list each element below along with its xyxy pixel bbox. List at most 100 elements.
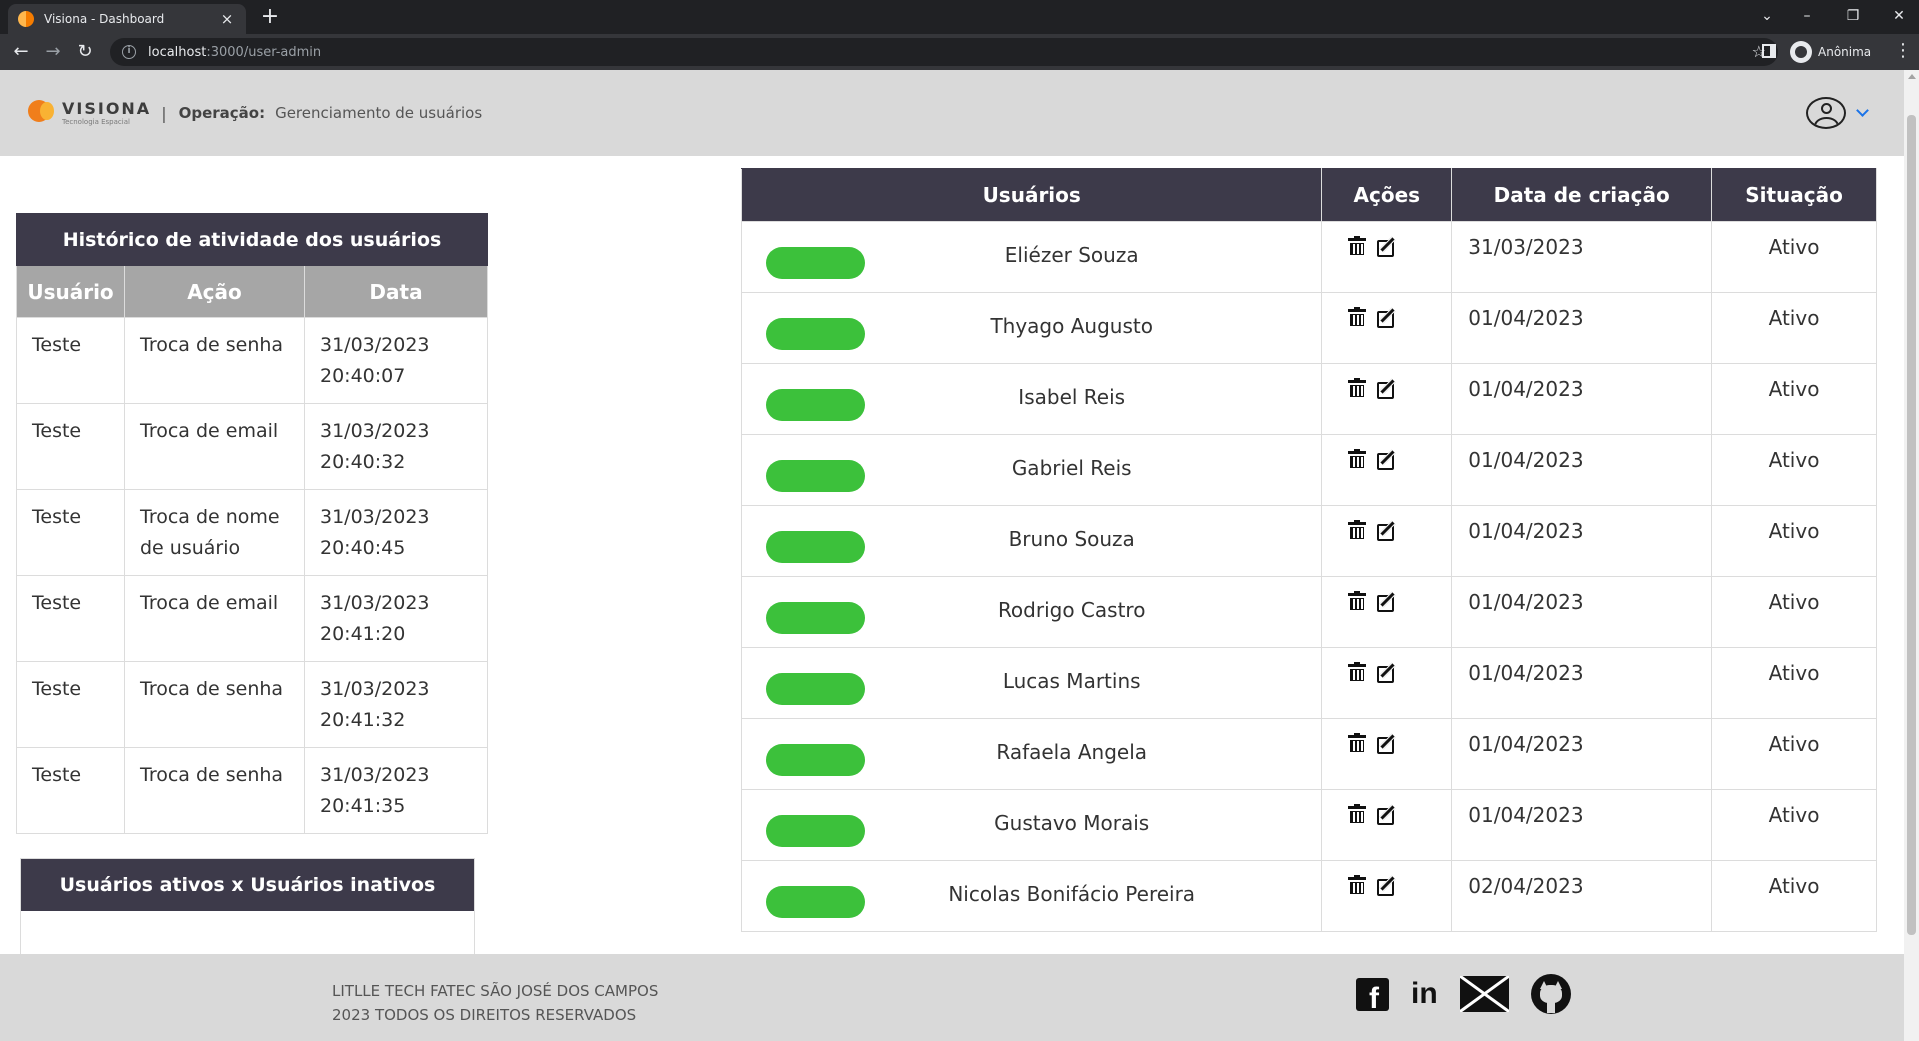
created-date: 01/04/2023 [1451, 718, 1713, 790]
address-bar[interactable]: i localhost:3000/user-admin ☆ [110, 38, 1778, 66]
actions-cell [1321, 363, 1453, 435]
users-row: Rodrigo Castro 01/04/2023 Ativo [740, 576, 1877, 648]
trash-icon[interactable] [1347, 520, 1367, 541]
trash-icon[interactable] [1347, 236, 1367, 257]
browser-tab-bar: Visiona - Dashboard × + ⌄ – ❐ ✕ [0, 0, 1919, 34]
status-toggle[interactable] [766, 318, 865, 350]
close-window-button[interactable]: ✕ [1884, 4, 1914, 28]
app-header: VISIONA Tecnologia Espacial | Operação: … [0, 70, 1904, 156]
tab-title: Visiona - Dashboard [44, 12, 165, 26]
edit-icon[interactable] [1377, 236, 1399, 257]
status-toggle[interactable] [766, 460, 865, 492]
url-host: localhost [148, 44, 207, 60]
history-date-day: 31/03/2023 [320, 506, 430, 528]
trash-icon[interactable] [1347, 307, 1367, 328]
history-date-time: 20:40:45 [320, 537, 406, 559]
status-toggle[interactable] [766, 602, 865, 634]
user-cell: Gustavo Morais [740, 789, 1323, 861]
edit-icon[interactable] [1377, 307, 1399, 328]
user-cell: Rafaela Angela [740, 718, 1323, 790]
history-date-time: 20:41:20 [320, 623, 406, 645]
history-title: Histórico de atividade dos usuários [16, 213, 488, 266]
chart-card-title: Usuários ativos x Usuários inativos [21, 859, 474, 911]
history-date-day: 31/03/2023 [320, 334, 430, 356]
visiona-logo[interactable]: VISIONA Tecnologia Espacial [28, 100, 151, 126]
reload-button[interactable]: ↻ [72, 40, 98, 64]
edit-icon[interactable] [1377, 449, 1399, 470]
trash-icon[interactable] [1347, 378, 1367, 399]
side-panel-icon[interactable] [1762, 44, 1776, 58]
actions-cell [1321, 292, 1453, 364]
history-action: Troca de senha [124, 317, 305, 404]
trash-icon[interactable] [1347, 733, 1367, 754]
users-row: Rafaela Angela 01/04/2023 Ativo [740, 718, 1877, 790]
user-menu-button[interactable] [1806, 97, 1869, 129]
history-action: Troca de senha [124, 747, 305, 834]
tab-search-icon[interactable]: ⌄ [1752, 4, 1782, 28]
trash-icon[interactable] [1347, 591, 1367, 612]
user-cell: Gabriel Reis [740, 434, 1323, 506]
user-cell: Isabel Reis [740, 363, 1323, 435]
history-user: Teste [16, 489, 125, 576]
browser-menu-icon[interactable]: ⋮ [1894, 40, 1912, 61]
edit-icon[interactable] [1377, 875, 1399, 896]
created-date: 31/03/2023 [1451, 221, 1713, 293]
minimize-button[interactable]: – [1792, 4, 1822, 28]
profile-button[interactable]: Anônima [1790, 40, 1871, 64]
history-user: Teste [16, 317, 125, 404]
edit-icon[interactable] [1377, 662, 1399, 683]
scroll-thumb[interactable] [1907, 115, 1916, 935]
status-toggle[interactable] [766, 531, 865, 563]
site-info-icon[interactable]: i [122, 45, 136, 59]
back-button[interactable]: ← [8, 40, 34, 64]
browser-tab[interactable]: Visiona - Dashboard × [8, 4, 246, 34]
tab-close-icon[interactable]: × [218, 10, 236, 28]
operation-label: Operação: [178, 104, 266, 122]
linkedin-icon[interactable]: in [1411, 979, 1438, 1009]
facebook-icon[interactable]: f [1356, 977, 1389, 1011]
trash-icon[interactable] [1347, 875, 1367, 896]
history-date: 31/03/2023 20:40:07 [304, 317, 488, 404]
users-row: Gustavo Morais 01/04/2023 Ativo [740, 789, 1877, 861]
forward-button[interactable]: → [40, 40, 66, 64]
created-date: 01/04/2023 [1451, 576, 1713, 648]
user-cell: Rodrigo Castro [740, 576, 1323, 648]
restore-button[interactable]: ❐ [1838, 4, 1868, 28]
history-row: Teste Troca de email 31/03/2023 20:40:32 [16, 403, 488, 490]
status-toggle[interactable] [766, 673, 865, 705]
edit-icon[interactable] [1377, 520, 1399, 541]
scroll-up-icon[interactable] [1908, 74, 1916, 79]
created-date: 01/04/2023 [1451, 789, 1713, 861]
activity-history-table: Histórico de atividade dos usuários Usuá… [16, 213, 488, 834]
users-col-name: Usuários [740, 168, 1323, 222]
history-date-time: 20:40:07 [320, 365, 406, 387]
status-toggle[interactable] [766, 744, 865, 776]
trash-icon[interactable] [1347, 804, 1367, 825]
users-row: Nicolas Bonifácio Pereira 02/04/2023 Ativo [740, 860, 1877, 932]
created-date: 01/04/2023 [1451, 292, 1713, 364]
history-row: Teste Troca de senha 31/03/2023 20:40:07 [16, 317, 488, 404]
history-row: Teste Troca de email 31/03/2023 20:41:20 [16, 575, 488, 662]
page-scrollbar[interactable] [1904, 70, 1919, 1041]
trash-icon[interactable] [1347, 449, 1367, 470]
history-col-user: Usuário [16, 265, 125, 318]
edit-icon[interactable] [1377, 378, 1399, 399]
user-status: Ativo [1711, 576, 1877, 648]
trash-icon[interactable] [1347, 662, 1367, 683]
new-tab-button[interactable]: + [258, 5, 282, 29]
github-icon[interactable] [1530, 974, 1571, 1014]
status-toggle[interactable] [766, 247, 865, 279]
edit-icon[interactable] [1377, 591, 1399, 612]
chevron-down-icon [1856, 104, 1869, 117]
edit-icon[interactable] [1377, 733, 1399, 754]
status-toggle[interactable] [766, 389, 865, 421]
user-status: Ativo [1711, 647, 1877, 719]
history-date-day: 31/03/2023 [320, 678, 430, 700]
mail-icon[interactable] [1459, 976, 1509, 1012]
status-toggle[interactable] [766, 815, 865, 847]
status-toggle[interactable] [766, 886, 865, 918]
page-viewport: VISIONA Tecnologia Espacial | Operação: … [0, 70, 1904, 1041]
history-date: 31/03/2023 20:41:20 [304, 575, 488, 662]
profile-label: Anônima [1818, 45, 1872, 59]
edit-icon[interactable] [1377, 804, 1399, 825]
